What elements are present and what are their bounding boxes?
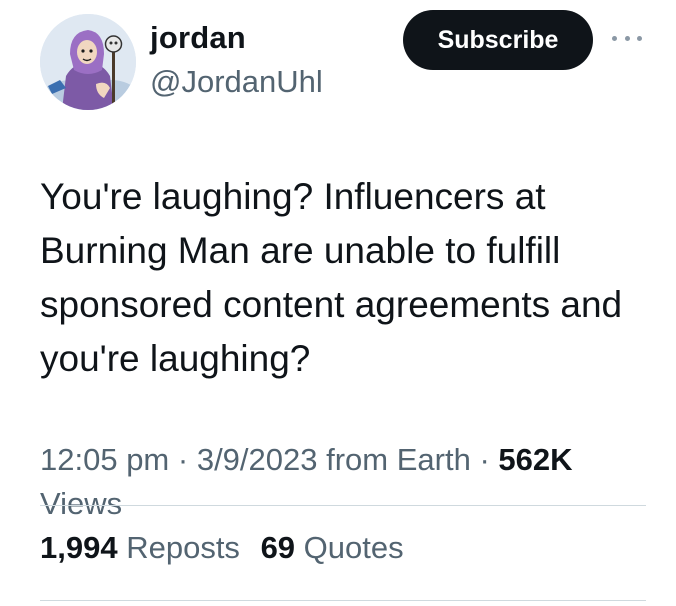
tweet-source: from Earth <box>326 442 471 477</box>
views-label: Views <box>40 486 123 521</box>
avatar-illustration-icon <box>40 14 136 110</box>
quotes-count: 69 <box>260 530 296 565</box>
tweet-detail: jordan @JordanUhl Subscribe You're laugh… <box>0 0 676 606</box>
divider <box>40 505 646 506</box>
tweet-time[interactable]: 12:05 pm <box>40 442 169 477</box>
author-display-name[interactable]: jordan <box>150 20 246 56</box>
views-count: 562K <box>498 442 573 477</box>
tweet-date[interactable]: 3/9/2023 <box>197 442 318 477</box>
subscribe-button[interactable]: Subscribe <box>403 10 593 70</box>
tweet-text: You're laughing? Influencers at Burning … <box>40 176 623 379</box>
tweet-source-text: from Earth <box>326 442 471 477</box>
dot-icon <box>612 35 617 41</box>
avatar[interactable] <box>40 14 136 110</box>
tweet-meta: 12:05 pm · 3/9/2023 from Earth · 562K Vi… <box>40 438 640 526</box>
more-horizontal-icon[interactable] <box>612 28 642 48</box>
meta-separator: · <box>479 442 499 477</box>
engagement-stats: 1,994 Reposts 69 Quotes <box>40 530 416 566</box>
author-handle[interactable]: @JordanUhl <box>150 64 323 100</box>
meta-separator: · <box>177 442 197 477</box>
dot-icon <box>624 35 630 41</box>
dot-icon <box>637 35 642 41</box>
quotes-link[interactable]: 69 Quotes <box>261 530 404 565</box>
reposts-link[interactable]: 1,994 Reposts <box>40 530 240 565</box>
reposts-count: 1,994 <box>40 530 118 565</box>
reposts-label: Reposts <box>126 530 240 565</box>
divider <box>40 600 646 601</box>
quotes-label: Quotes <box>303 530 404 565</box>
